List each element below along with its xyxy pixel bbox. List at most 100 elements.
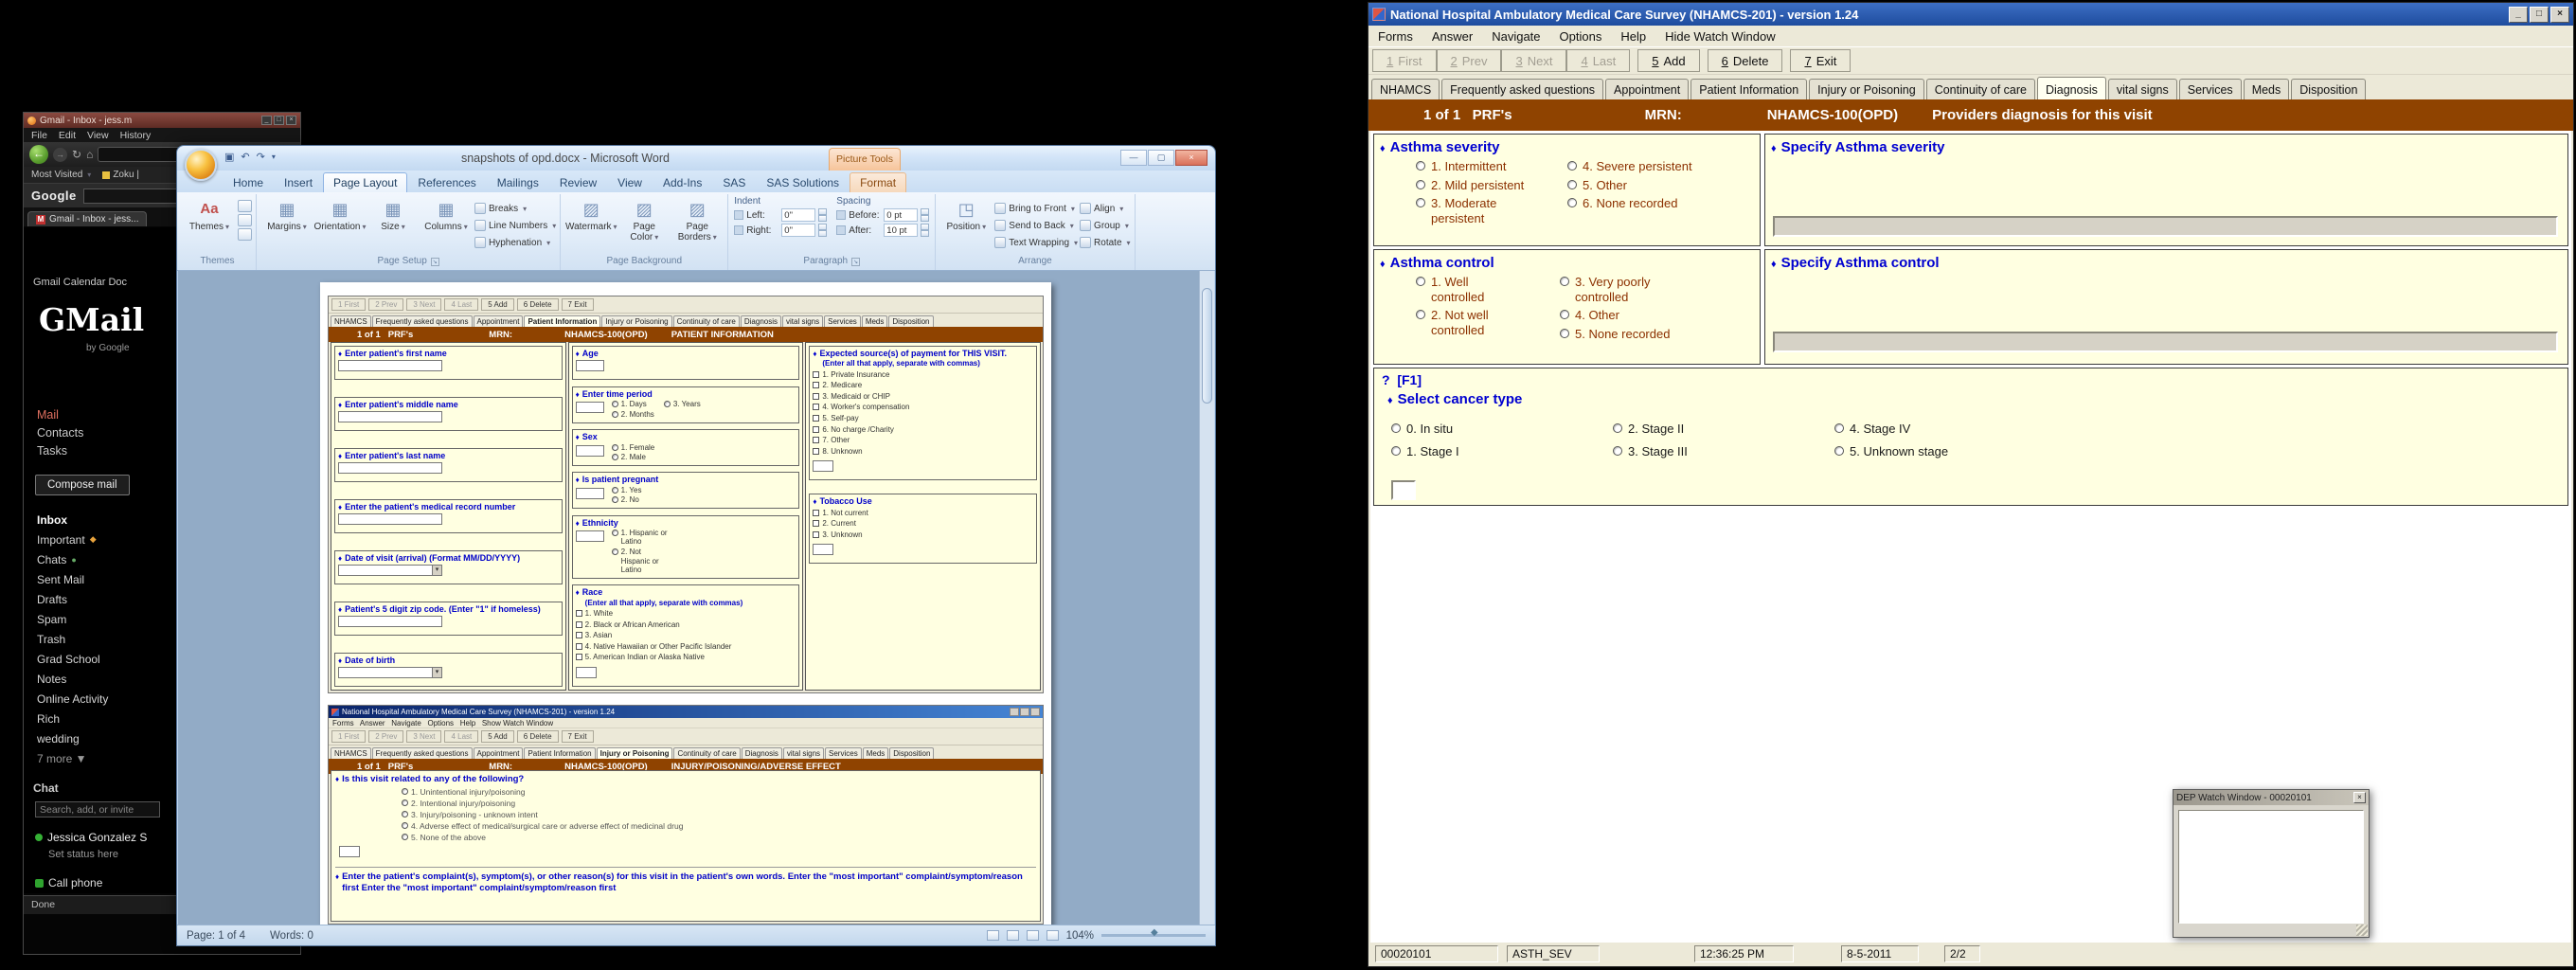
- firefox-titlebar[interactable]: Gmail - Inbox - jess.m _ □ ×: [24, 113, 300, 128]
- zoom-slider[interactable]: [1101, 934, 1206, 937]
- office-button[interactable]: [185, 149, 217, 181]
- ribbon-tab[interactable]: View: [607, 172, 653, 192]
- ribbon-tab[interactable]: Insert: [274, 172, 323, 192]
- toolbar-button[interactable]: 3Next: [1501, 49, 1566, 72]
- ribbon-button[interactable]: Orientation: [313, 197, 367, 234]
- undo-icon[interactable]: [241, 151, 249, 163]
- tab[interactable]: vital signs: [2108, 79, 2177, 99]
- ribbon-tab[interactable]: Page Layout: [323, 172, 407, 192]
- minimize-button[interactable]: —: [1120, 150, 1147, 166]
- print-layout-view-icon[interactable]: [987, 930, 999, 941]
- radio-option[interactable]: 1. Intermittent: [1416, 159, 1530, 174]
- ribbon-button[interactable]: Page Color: [617, 197, 671, 244]
- close-button[interactable]: ×: [1175, 150, 1208, 166]
- most-visited-button[interactable]: Most Visited: [31, 170, 91, 180]
- web-layout-view-icon[interactable]: [1027, 930, 1039, 941]
- nav-tasks[interactable]: Tasks: [37, 444, 83, 462]
- spacing-after-input[interactable]: 10 pt: [884, 224, 918, 237]
- menu-item[interactable]: Help: [1620, 29, 1646, 44]
- spinner[interactable]: [921, 224, 929, 237]
- radio-option[interactable]: 3. Stage III: [1613, 444, 1834, 459]
- menu-item[interactable]: History: [120, 130, 152, 141]
- spinner[interactable]: [921, 208, 929, 222]
- maximize-button[interactable]: □: [274, 116, 284, 125]
- minimize-button[interactable]: _: [261, 116, 272, 125]
- ribbon-tab[interactable]: SAS: [712, 172, 756, 192]
- bookmark-item[interactable]: Zoku |: [102, 170, 139, 180]
- save-icon[interactable]: [224, 151, 234, 163]
- themes-button[interactable]: Themes: [183, 197, 236, 234]
- menu-item[interactable]: View: [87, 130, 109, 141]
- ribbon-button[interactable]: Text Wrapping: [994, 235, 1078, 250]
- radio-option[interactable]: 1. Well controlled: [1416, 275, 1522, 304]
- radio-option[interactable]: 3. Moderate persistent: [1416, 196, 1530, 225]
- draft-view-icon[interactable]: [1046, 930, 1059, 941]
- ribbon-button[interactable]: Size: [367, 197, 420, 234]
- nav-mail[interactable]: Mail: [37, 408, 83, 426]
- radio-option[interactable]: 6. None recorded: [1567, 196, 1709, 211]
- menu-item[interactable]: Answer: [1432, 29, 1473, 44]
- tab[interactable]: Injury or Poisoning: [1809, 79, 1924, 99]
- ribbon-button[interactable]: Send to Back: [994, 218, 1078, 233]
- watch-list[interactable]: [2178, 810, 2364, 924]
- radio-option[interactable]: 5. Unknown stage: [1834, 444, 2056, 459]
- vertical-scrollbar[interactable]: [1199, 271, 1214, 925]
- radio-option[interactable]: 2. Mild persistent: [1416, 178, 1530, 193]
- tab[interactable]: Services: [2179, 79, 2242, 99]
- tab[interactable]: Frequently asked questions: [1441, 79, 1603, 99]
- watch-titlebar[interactable]: DEP Watch Window - 00020101: [2174, 790, 2369, 805]
- spacing-before-input[interactable]: 0 pt: [884, 208, 918, 222]
- fullscreen-view-icon[interactable]: [1007, 930, 1019, 941]
- radio-option[interactable]: 5. None recorded: [1560, 327, 1672, 342]
- minimize-button[interactable]: [2509, 7, 2528, 23]
- dialog-launcher-icon[interactable]: [431, 258, 439, 266]
- close-icon[interactable]: [2353, 792, 2366, 803]
- ribbon-button[interactable]: Align: [1080, 201, 1130, 216]
- maximize-button[interactable]: ▢: [1148, 150, 1174, 166]
- theme-fonts-icon[interactable]: [238, 214, 252, 226]
- gmail-top-links[interactable]: Gmail Calendar Doc: [33, 277, 127, 288]
- close-button[interactable]: ×: [286, 116, 296, 125]
- radio-option[interactable]: 5. Other: [1567, 178, 1709, 193]
- reload-icon[interactable]: [72, 148, 81, 161]
- theme-effects-icon[interactable]: [238, 228, 252, 241]
- ribbon-button[interactable]: Watermark: [564, 197, 617, 244]
- close-button[interactable]: [2550, 7, 2569, 23]
- chat-search-input[interactable]: [35, 801, 160, 817]
- maximize-button[interactable]: [2530, 7, 2549, 23]
- tab[interactable]: Continuity of care: [1926, 79, 2035, 99]
- home-icon[interactable]: [86, 148, 93, 161]
- toolbar-button[interactable]: 2Prev: [1437, 49, 1502, 72]
- ribbon-button[interactable]: Margins: [260, 197, 313, 234]
- radio-option[interactable]: 4. Other: [1560, 308, 1672, 323]
- indent-right-input[interactable]: 0": [781, 224, 815, 237]
- tab[interactable]: Diagnosis: [2037, 77, 2106, 99]
- ribbon-button[interactable]: Line Numbers: [474, 218, 556, 233]
- nav-contacts[interactable]: Contacts: [37, 426, 83, 444]
- theme-colors-icon[interactable]: [238, 200, 252, 212]
- compose-mail-button[interactable]: Compose mail: [35, 475, 130, 495]
- specify-control-input[interactable]: [1773, 332, 2558, 352]
- ribbon-button[interactable]: Bring to Front: [994, 201, 1078, 216]
- redo-icon[interactable]: [257, 151, 265, 163]
- toolbar-button[interactable]: 4Last: [1566, 49, 1630, 72]
- radio-option[interactable]: 4. Severe persistent: [1567, 159, 1709, 174]
- ribbon-button[interactable]: Page Borders: [671, 197, 724, 244]
- menu-item[interactable]: Forms: [1378, 29, 1413, 44]
- toolbar-button[interactable]: 7Exit: [1790, 49, 1851, 72]
- ribbon-tab[interactable]: Mailings: [487, 172, 549, 192]
- zoom-level[interactable]: 104%: [1066, 930, 1094, 942]
- ribbon-button[interactable]: Rotate: [1080, 235, 1130, 250]
- radio-option[interactable]: 2. Not well controlled: [1416, 308, 1522, 337]
- tab[interactable]: Patient Information: [1690, 79, 1807, 99]
- page-indicator[interactable]: Page: 1 of 4: [187, 930, 245, 942]
- radio-option[interactable]: 2. Stage II: [1613, 422, 1834, 437]
- radio-option[interactable]: 1. Stage I: [1391, 444, 1613, 459]
- menu-item[interactable]: File: [31, 130, 47, 141]
- ribbon-tab[interactable]: Add-Ins: [653, 172, 712, 192]
- nhamcs-titlebar[interactable]: National Hospital Ambulatory Medical Car…: [1368, 3, 2573, 26]
- toolbar-button[interactable]: 5Add: [1637, 49, 1699, 72]
- ribbon-button[interactable]: Group: [1080, 218, 1130, 233]
- radio-option[interactable]: 0. In situ: [1391, 422, 1613, 437]
- back-button[interactable]: [29, 145, 48, 164]
